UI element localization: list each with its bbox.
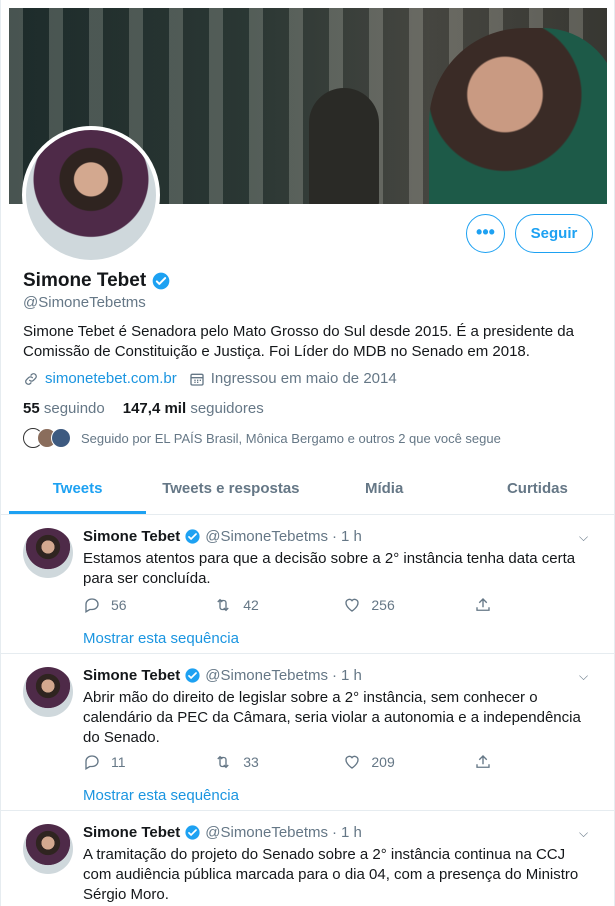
tweet-separator: · [332,824,338,841]
banner-bust [309,88,379,204]
tweet-time[interactable]: 1 h [341,667,362,684]
tweet-text: Estamos atentos para que a decisão sobre… [83,550,576,587]
tweet[interactable]: Simone Tebet @SimoneTebetms · 1 h ⌵ A tr… [1,812,614,906]
tweet-header: Simone Tebet @SimoneTebetms · 1 h [83,824,362,841]
tweet-separator: · [332,528,338,545]
tweet-author-name[interactable]: Simone Tebet [83,528,180,545]
tweet-time[interactable]: 1 h [341,824,362,841]
profile-page: ••• Seguir Simone Tebet @SimoneTebetms S… [0,0,615,906]
followed-by-text: Seguido por EL PAÍS Brasil, Mônica Berga… [81,430,501,446]
profile-name-text: Simone Tebet [23,270,147,291]
retweet-button[interactable]: 33 [213,753,343,771]
tweet-avatar[interactable] [23,824,73,874]
verified-badge-icon [185,529,200,544]
chevron-down-icon[interactable]: ⌵ [579,826,588,841]
tab-likes[interactable]: Curtidas [461,470,614,514]
joined-date: Ingressou em maio de 2014 [210,370,397,387]
reply-icon [85,598,99,613]
tweet-actions: 11 33 209 [83,753,513,771]
chevron-down-icon[interactable]: ⌵ [579,669,588,684]
calendar-icon [190,373,204,386]
reply-button[interactable]: 56 [83,596,213,614]
tweet-author-handle[interactable]: @SimoneTebetms [205,667,328,684]
reply-count: 56 [111,597,127,613]
profile-counts: 55 seguindo 147,4 mil seguidores [23,400,264,417]
tweet-avatar[interactable] [23,667,73,717]
tweet-header: Simone Tebet @SimoneTebetms · 1 h [83,528,362,545]
like-count: 209 [371,754,395,770]
joined-item: Ingressou em maio de 2014 [189,370,397,387]
share-icon [475,755,490,768]
profile-tabs: Tweets Tweets e respostas Mídia Curtidas [1,470,614,515]
show-thread-link[interactable]: Mostrar esta sequência [83,787,239,804]
chevron-down-icon[interactable]: ⌵ [579,530,588,545]
tweet-author-name[interactable]: Simone Tebet [83,667,180,684]
retweet-icon [217,598,229,612]
followed-by-avatars [23,428,71,448]
follow-button[interactable]: Seguir [515,214,593,253]
heart-icon [345,755,360,769]
tab-tweets-replies[interactable]: Tweets e respostas [154,470,307,514]
share-button[interactable] [474,596,513,614]
tweet-actions: 56 42 256 [83,596,513,614]
following-count-link[interactable]: 55 seguindo [23,400,105,417]
retweet-count: 42 [243,597,259,613]
verified-badge-icon [152,272,170,290]
followers-count: 147,4 mil [122,400,187,417]
tweet-author-handle[interactable]: @SimoneTebetms [205,528,328,545]
link-icon [25,372,37,385]
tab-tweets[interactable]: Tweets [1,470,154,514]
retweet-count: 33 [243,754,259,770]
website-item: simonetebet.com.br [23,370,177,387]
followers-count-link[interactable]: 147,4 mil seguidores [123,400,264,417]
profile-name: Simone Tebet [23,270,171,292]
following-label: seguindo [43,400,105,417]
profile-handle: @SimoneTebetms [23,294,146,311]
tweet-author-handle[interactable]: @SimoneTebetms [205,824,328,841]
reply-icon [85,755,99,770]
show-thread-link[interactable]: Mostrar esta sequência [83,630,239,647]
reply-count: 11 [111,754,126,770]
retweet-icon [217,755,229,769]
tweet-text: A tramitação do projeto do Senado sobre … [83,846,579,903]
tab-media[interactable]: Mídia [308,470,461,514]
mini-avatar [51,428,71,448]
tweet-author-name[interactable]: Simone Tebet [83,824,180,841]
profile-meta: simonetebet.com.br Ingressou em maio de … [23,370,397,387]
heart-icon [345,598,360,612]
tweet-header: Simone Tebet @SimoneTebetms · 1 h [83,667,362,684]
followed-by[interactable]: Seguido por EL PAÍS Brasil, Mônica Berga… [23,428,501,448]
tweet-avatar[interactable] [23,528,73,578]
like-button[interactable]: 209 [343,753,473,771]
reply-button[interactable]: 11 [83,753,213,771]
share-icon [475,598,490,611]
following-count: 55 [23,400,40,417]
tweet-time[interactable]: 1 h [341,528,362,545]
followers-label: seguidores [190,400,264,417]
profile-avatar[interactable] [22,126,160,264]
share-button[interactable] [474,753,513,771]
retweet-button[interactable]: 42 [213,596,343,614]
like-count: 256 [371,597,395,613]
tweet[interactable]: Simone Tebet @SimoneTebetms · 1 h ⌵ Abri… [1,655,614,811]
tweet-text: Abrir mão do direito de legislar sobre a… [83,689,581,746]
verified-badge-icon [185,668,200,683]
more-options-button[interactable]: ••• [466,214,505,253]
website-link[interactable]: simonetebet.com.br [45,370,177,387]
tweet[interactable]: Simone Tebet @SimoneTebetms · 1 h ⌵ Esta… [1,516,614,654]
tweet-separator: · [332,667,338,684]
profile-bio: Simone Tebet é Senadora pelo Mato Grosso… [23,323,574,360]
verified-badge-icon [185,825,200,840]
like-button[interactable]: 256 [343,596,473,614]
